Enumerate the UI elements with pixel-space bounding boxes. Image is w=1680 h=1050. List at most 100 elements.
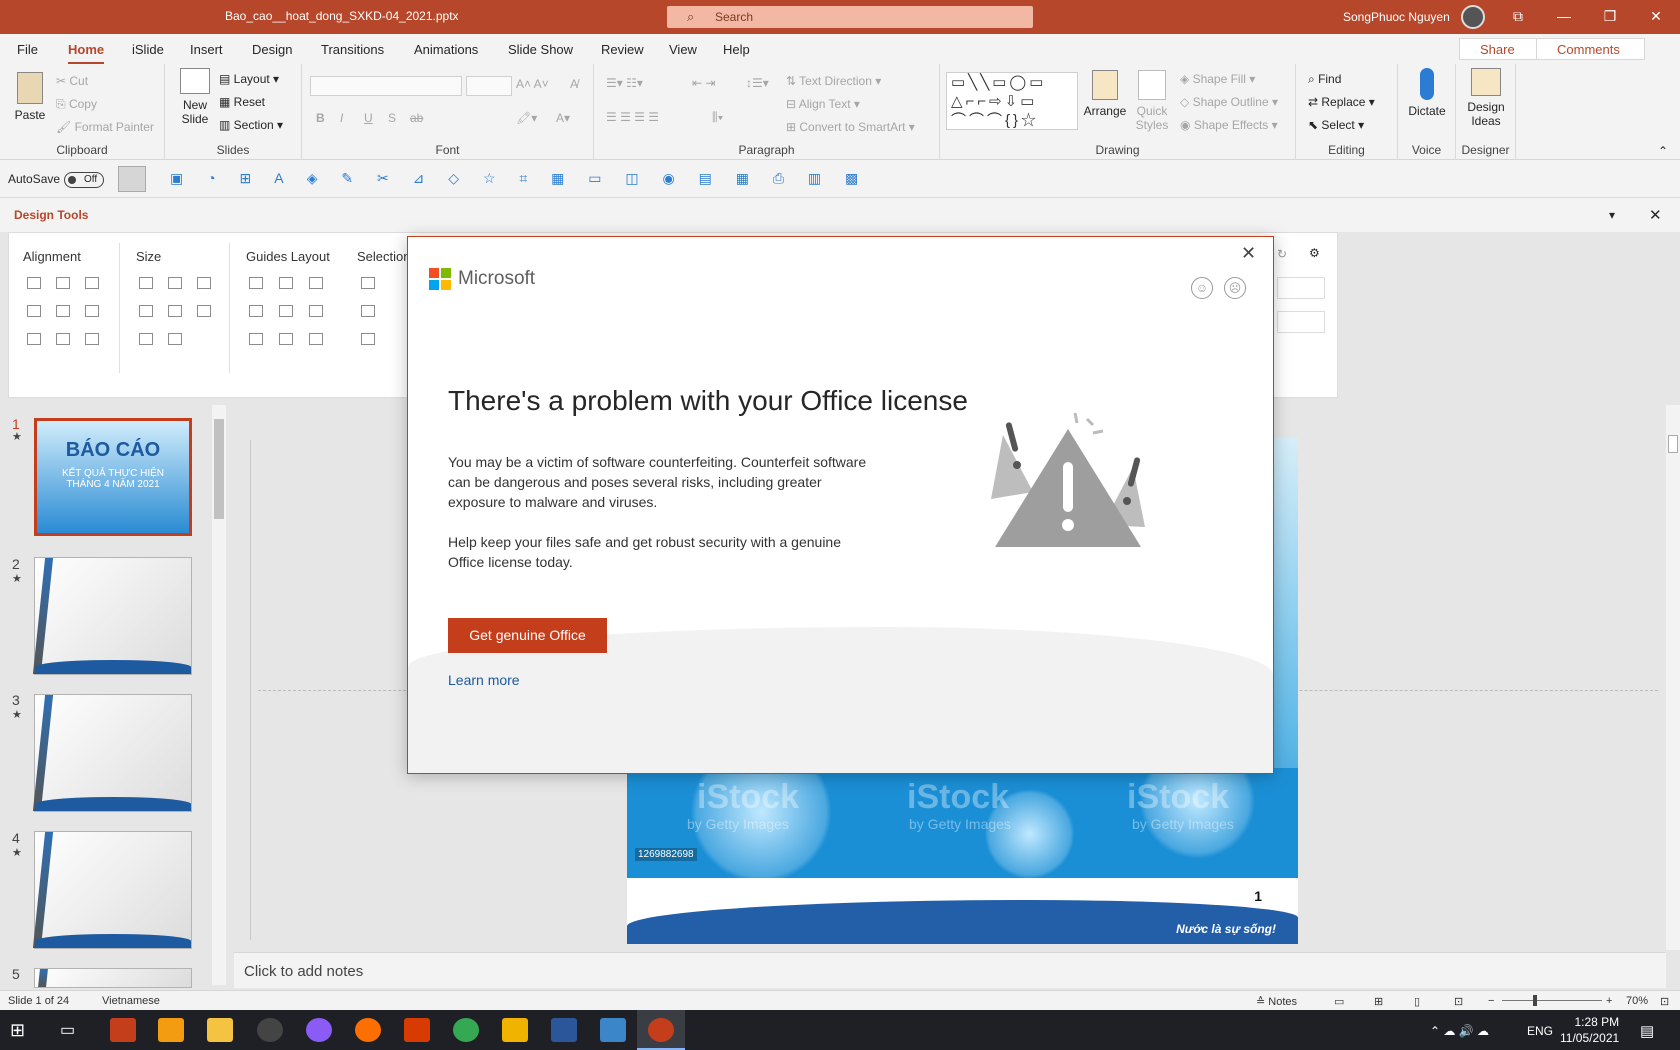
smile-feedback-icon[interactable]: ☺ — [1191, 277, 1213, 299]
tab-help[interactable]: Help — [723, 42, 750, 57]
settings-icon[interactable]: ⚙ — [1309, 246, 1320, 260]
file-explorer-icon[interactable] — [207, 1018, 233, 1042]
zoom-level[interactable]: 70% — [1626, 995, 1648, 1007]
slide-thumbnail-4[interactable] — [32, 831, 192, 949]
align-right-icon[interactable] — [85, 277, 99, 289]
tab-slide-show[interactable]: Slide Show — [508, 42, 573, 57]
same-size-icon[interactable] — [197, 277, 211, 289]
windows-start-icon[interactable]: ⊞ — [10, 1020, 36, 1044]
tab-view[interactable]: View — [669, 42, 697, 57]
guide-bottom-icon[interactable] — [309, 305, 323, 317]
chrome-icon[interactable] — [453, 1018, 479, 1042]
app-icon[interactable] — [257, 1018, 283, 1042]
guide-box-icon[interactable] — [309, 333, 323, 345]
restore-icon[interactable]: ❐ — [1587, 0, 1633, 34]
shape-outline-button[interactable]: ◇ Shape Outline ▾ — [1180, 95, 1278, 109]
stretch-left-icon[interactable] — [139, 305, 153, 317]
columns-icon[interactable]: ⫼▾ — [712, 110, 723, 125]
clear-formatting-icon[interactable]: A̸ — [570, 77, 578, 91]
shadow-button[interactable]: S — [388, 111, 396, 125]
zoom-out-icon[interactable]: − — [1488, 995, 1494, 1007]
bold-button[interactable]: B — [316, 111, 325, 125]
slideshow-icon[interactable]: ⊡ — [1454, 995, 1463, 1008]
align-left-icon[interactable]: ☰ ☰ ☰ ☰ — [606, 110, 659, 124]
format-painter-button[interactable]: 🖌 Format Painter — [56, 120, 154, 134]
calculator-icon[interactable] — [600, 1018, 626, 1042]
paste-button[interactable]: Paste — [10, 72, 50, 122]
italic-button[interactable]: I — [340, 111, 343, 125]
select-same-icon[interactable] — [361, 277, 375, 289]
text-direction-button[interactable]: ⇅ Text Direction ▾ — [786, 74, 881, 88]
tab-file[interactable]: File — [17, 42, 38, 57]
zoom-slider[interactable] — [1502, 1000, 1602, 1001]
collapse-ribbon-icon[interactable]: ⌃ — [1658, 144, 1668, 158]
copy-button[interactable]: ⎘ Copy — [56, 97, 97, 112]
get-genuine-office-button[interactable]: Get genuine Office — [448, 618, 607, 653]
close-design-tools-icon[interactable]: ✕ — [1649, 206, 1662, 224]
chevron-down-icon[interactable]: ▾ — [1609, 208, 1615, 222]
share-button[interactable]: Share — [1459, 38, 1537, 60]
tab-review[interactable]: Review — [601, 42, 644, 57]
powerpoint-icon[interactable] — [648, 1018, 674, 1042]
slide-thumbnail-2[interactable] — [32, 557, 192, 675]
align-top-icon[interactable] — [27, 305, 41, 317]
firefox-icon[interactable] — [355, 1018, 381, 1042]
qat-icons[interactable]: ▣ ◔ ⊞ A ◈ ✎ ✂ ⊿ ◇ ☆ ⌗ ▦ ▭ ◫ ◉ ▤ ▦ ⎙ ▥ ▩ — [170, 170, 868, 187]
stretch-both-icon[interactable] — [197, 305, 211, 317]
shapes-gallery[interactable]: ▭╲╲▭◯▭ △⌐⌐⇨⇩▭ ⌒⌒⌒{}☆ — [946, 72, 1078, 130]
thumbnails-scrollbar[interactable] — [212, 405, 226, 985]
task-view-icon[interactable]: ▭ — [60, 1020, 86, 1044]
tab-insert[interactable]: Insert — [190, 42, 223, 57]
messenger-icon[interactable] — [306, 1018, 332, 1042]
increase-font-size-icon[interactable]: A˄ A˅ — [516, 77, 549, 91]
normal-view-icon[interactable]: ▭ — [1334, 995, 1344, 1008]
shape-effects-button[interactable]: ◉ Shape Effects ▾ — [1180, 118, 1278, 132]
convert-smartart-button[interactable]: ⊞ Convert to SmartArt ▾ — [786, 120, 915, 134]
tab-islide[interactable]: iSlide — [132, 42, 164, 57]
close-window-icon[interactable]: ✕ — [1633, 0, 1679, 34]
tab-home[interactable]: Home — [68, 42, 105, 65]
refresh-icon[interactable]: ↻ — [1277, 247, 1287, 261]
document-filename[interactable]: Bao_cao__hoat_dong_SXKD-04_2021.pptx — [225, 9, 459, 23]
notifications-icon[interactable]: ▤ — [1640, 1022, 1654, 1040]
guide-right-icon[interactable] — [309, 277, 323, 289]
strikethrough-button[interactable]: ab — [410, 111, 423, 125]
save-icon[interactable] — [118, 166, 146, 192]
autosave-toggle[interactable]: Off — [64, 172, 104, 188]
indent-icon[interactable]: ⇤ ⇥ — [692, 76, 715, 90]
slide-thumbnail-1[interactable]: BÁO CÁO KẾT QUẢ THỰC HIỆN THÁNG 4 NĂM 20… — [34, 418, 192, 536]
align-bottom-icon[interactable] — [85, 305, 99, 317]
learn-more-link[interactable]: Learn more — [448, 672, 520, 688]
avatar[interactable] — [1461, 5, 1485, 29]
design-ideas-button[interactable]: Design Ideas — [1462, 68, 1510, 128]
group-icon[interactable] — [85, 333, 99, 345]
align-text-button[interactable]: ⊟ Align Text ▾ — [786, 97, 860, 111]
minimize-icon[interactable]: — — [1541, 0, 1587, 34]
tab-transitions[interactable]: Transitions — [321, 42, 384, 57]
reset-button[interactable]: ▦ Reset — [219, 95, 265, 109]
comments-button[interactable]: Comments — [1536, 38, 1645, 60]
tab-animations[interactable]: Animations — [414, 42, 478, 57]
frown-feedback-icon[interactable]: ☹ — [1224, 277, 1246, 299]
app-icon[interactable] — [158, 1018, 184, 1042]
select-above-icon[interactable] — [361, 305, 375, 317]
editor-scrollbar[interactable] — [1666, 405, 1680, 950]
input-language[interactable]: ENG — [1527, 1024, 1553, 1038]
ribbon-display-options-icon[interactable]: ⧉ — [1495, 0, 1541, 34]
app-icon[interactable] — [502, 1018, 528, 1042]
guide-left-icon[interactable] — [249, 277, 263, 289]
distribute-horizontal-icon[interactable] — [27, 333, 41, 345]
notes-pane[interactable]: Click to add notes — [234, 952, 1666, 988]
font-size-dropdown[interactable] — [466, 76, 512, 96]
font-color-icon[interactable]: A▾ — [556, 111, 570, 125]
fit-slide-icon[interactable]: ⊡ — [1660, 995, 1669, 1008]
select-button[interactable]: ⬉ Select ▾ — [1308, 118, 1364, 132]
align-center-icon[interactable] — [56, 277, 70, 289]
guide-middle-icon[interactable] — [279, 305, 293, 317]
guide-center-icon[interactable] — [279, 277, 293, 289]
bullets-icon[interactable]: ☰▾ ☷▾ — [606, 76, 643, 90]
stretch-bottom-icon[interactable] — [168, 333, 182, 345]
stretch-top-icon[interactable] — [139, 333, 153, 345]
layout-button[interactable]: ▤ Layout ▾ — [219, 72, 279, 86]
guide-vspace-icon[interactable] — [279, 333, 293, 345]
